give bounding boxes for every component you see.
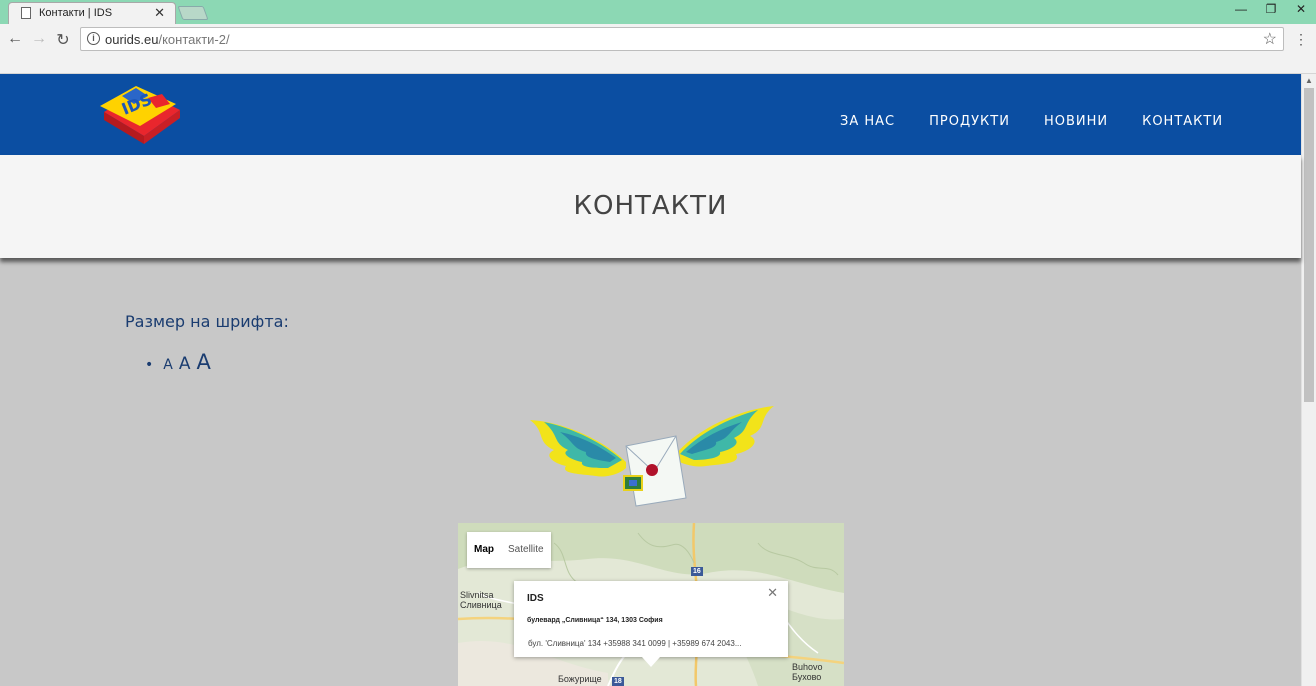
- map-label-buhovo: Buhovo: [792, 662, 823, 672]
- font-size-large-button[interactable]: A: [196, 350, 210, 374]
- road-18-badge: 18: [612, 677, 624, 686]
- url-text[interactable]: ourids.eu/контакти-2/: [105, 32, 230, 47]
- font-size-small-button[interactable]: A: [163, 357, 173, 373]
- winged-envelope-illustration: [526, 402, 776, 510]
- window-controls: — ❐ ✕: [1226, 0, 1316, 20]
- map-type-control: Map Satellite: [467, 532, 551, 568]
- ids-logo[interactable]: IDS: [96, 82, 184, 146]
- list-bullet: •: [145, 357, 154, 373]
- page-icon: [21, 7, 31, 19]
- page-title: КОНТАКТИ: [573, 191, 728, 221]
- map-label-slivnitsa-cyr: Сливница: [460, 600, 502, 610]
- map-type-map-button[interactable]: Map: [467, 532, 501, 568]
- info-window-tail: [642, 657, 660, 667]
- site-header: IDS ЗА НАС ПРОДУКТИ НОВИНИ КОНТАКТИ: [0, 74, 1301, 155]
- page-scrollbar[interactable]: ▲: [1301, 74, 1316, 686]
- nav-about[interactable]: ЗА НАС: [840, 114, 895, 129]
- nav-products[interactable]: ПРОДУКТИ: [929, 114, 1010, 129]
- map-label-bozhurishte: Божурище: [558, 674, 602, 684]
- restore-icon[interactable]: ❐: [1256, 0, 1286, 18]
- road-16-badge: 16: [691, 567, 703, 576]
- tab-title: Контакти | IDS: [39, 7, 113, 19]
- nav-contacts[interactable]: КОНТАКТИ: [1142, 114, 1223, 129]
- minimize-icon[interactable]: —: [1226, 0, 1256, 18]
- map-type-satellite-button[interactable]: Satellite: [501, 532, 551, 568]
- browser-titlebar: Контакти | IDS ✕ — ❐ ✕: [0, 0, 1316, 24]
- back-icon[interactable]: ←: [4, 30, 26, 48]
- nav-news[interactable]: НОВИНИ: [1044, 114, 1108, 129]
- info-window-description: бул. 'Сливница' 134 +35988 341 0099 | +3…: [528, 639, 742, 648]
- info-icon[interactable]: i: [87, 32, 100, 45]
- reload-icon[interactable]: ↻: [52, 30, 74, 50]
- info-window-address: булевард „Сливница“ 134, 1303 София: [527, 617, 663, 624]
- scroll-up-icon[interactable]: ▲: [1305, 76, 1313, 85]
- url-domain: ourids.eu: [105, 32, 159, 47]
- forward-icon[interactable]: →: [28, 30, 50, 48]
- info-window-close-icon[interactable]: ✕: [767, 585, 778, 601]
- location-map[interactable]: Map Satellite 16 Slivnitsa Сливница Buho…: [458, 523, 844, 686]
- browser-menu-icon[interactable]: ⋮: [1294, 31, 1308, 48]
- bookmark-star-icon[interactable]: ☆: [1263, 29, 1277, 49]
- url-path: /контакти-2/: [158, 32, 230, 47]
- scrollbar-thumb[interactable]: [1304, 88, 1314, 402]
- info-window-title: IDS: [527, 593, 544, 604]
- font-size-label: Размер на шрифта:: [125, 312, 289, 331]
- map-label-slivnitsa: Slivnitsa: [460, 590, 494, 600]
- map-info-window: ✕ IDS булевард „Сливница“ 134, 1303 Софи…: [514, 581, 788, 667]
- browser-toolbar: ← → ↻ i ourids.eu/контакти-2/ ☆ ⋮: [0, 24, 1316, 74]
- window-close-icon[interactable]: ✕: [1286, 0, 1316, 18]
- address-bar[interactable]: i ourids.eu/контакти-2/ ☆: [80, 27, 1284, 51]
- new-tab-button[interactable]: [177, 6, 209, 20]
- font-size-medium-button[interactable]: A: [179, 354, 191, 374]
- browser-tab[interactable]: Контакти | IDS ✕: [8, 2, 176, 24]
- title-band: КОНТАКТИ: [0, 155, 1301, 258]
- font-size-options: • A A A: [145, 350, 211, 374]
- main-nav: ЗА НАС ПРОДУКТИ НОВИНИ КОНТАКТИ: [840, 114, 1223, 129]
- tab-close-icon[interactable]: ✕: [154, 5, 165, 21]
- map-label-buhovo-cyr: Бухово: [792, 672, 822, 682]
